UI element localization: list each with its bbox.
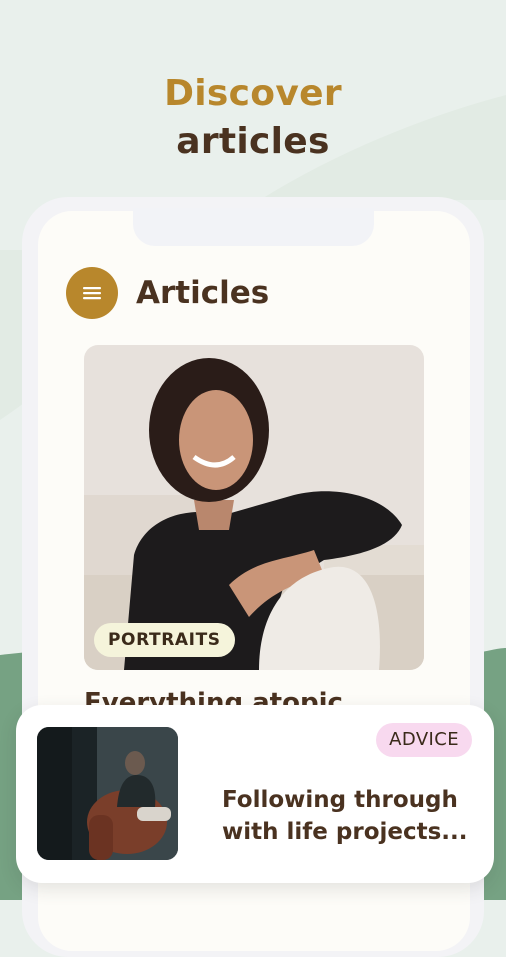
menu-button[interactable] xyxy=(66,267,118,319)
article-card-advice[interactable]: ADVICE Following through with life proje… xyxy=(16,705,494,883)
man-in-armchair-image xyxy=(37,727,178,860)
page-title: Articles xyxy=(136,275,270,311)
phone-notch xyxy=(133,208,374,246)
article-card-title: Following through with life projects... xyxy=(222,787,468,845)
headline-line-2: articles xyxy=(176,121,330,162)
featured-article-image[interactable] xyxy=(84,345,424,670)
headline-line-1: Discover xyxy=(164,73,342,114)
category-tag-advice[interactable]: ADVICE xyxy=(376,723,472,757)
category-tag-portraits[interactable]: PORTRAITS xyxy=(94,623,235,657)
article-card-image xyxy=(37,727,178,860)
portrait-woman-image xyxy=(84,345,424,670)
hamburger-menu-icon xyxy=(83,287,101,300)
promo-headline: Discover articles xyxy=(0,70,506,166)
